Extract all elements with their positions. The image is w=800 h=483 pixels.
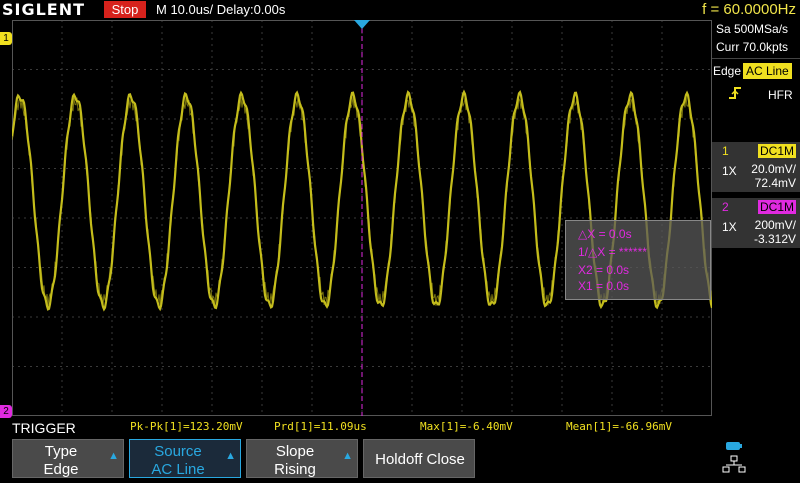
trigger-type: Edge xyxy=(713,64,742,78)
timebase-label: M 10.0us/ xyxy=(156,2,214,17)
meas-period: Prd[1]=11.09us xyxy=(274,420,367,433)
ch2-info[interactable]: 2 DC1M 1X 200mV/ -3.312V xyxy=(712,198,800,248)
softkey-source[interactable]: Source AC Line ▲ xyxy=(129,439,241,478)
sample-rate: Sa 500MSa/s xyxy=(716,22,789,36)
cursor-readout: △X = 0.0s 1/△X = ****** X2 = 0.0s X1 = 0… xyxy=(565,220,711,300)
memory-depth: Curr 70.0kpts xyxy=(716,40,789,54)
timebase-delay: M 10.0us/ Delay:0.00s xyxy=(156,0,285,20)
softkey-holdoff[interactable]: Holdoff Close xyxy=(363,439,475,478)
softkey-type-value: Edge xyxy=(43,461,79,478)
run-stop-badge[interactable]: Stop xyxy=(104,1,146,18)
ch2-scale: 200mV/ xyxy=(754,218,796,232)
waveform-display[interactable] xyxy=(10,20,714,416)
ch1-coupling: DC1M xyxy=(757,144,796,158)
trigger-frequency: f = 60.0000Hz xyxy=(702,1,796,18)
up-arrow-icon: ▲ xyxy=(225,450,236,462)
side-separator xyxy=(712,58,800,59)
status-icons xyxy=(720,440,750,478)
measurement-bar: Pk-Pk[1]=123.20mV Prd[1]=11.09us Max[1]=… xyxy=(0,418,712,436)
ch2-probe: 1X xyxy=(722,220,737,234)
trigger-source-badge: AC Line xyxy=(743,63,792,79)
softkey-type[interactable]: Type Edge ▲ xyxy=(12,439,124,478)
up-arrow-icon: ▲ xyxy=(108,450,119,462)
ch2-offset: -3.312V xyxy=(753,232,796,246)
cursor-x2: X2 = 0.0s xyxy=(578,263,630,277)
brand-logo: SIGLENT xyxy=(2,0,86,19)
ch2-coupling: DC1M xyxy=(757,200,796,214)
meas-max: Max[1]=-6.40mV xyxy=(420,420,513,433)
softkey-type-title: Type xyxy=(44,443,78,460)
softkey-slope-title: Slope xyxy=(275,443,315,460)
waveform-svg xyxy=(10,20,714,416)
rising-edge-icon xyxy=(728,86,742,103)
cursor-x1: X1 = 0.0s xyxy=(578,279,630,293)
ch1-number: 1 xyxy=(722,144,729,158)
softkey-source-title: Source xyxy=(154,443,202,460)
network-icon xyxy=(722,455,746,473)
ch1-scale: 20.0mV/ xyxy=(751,162,796,176)
softkey-holdoff-label: Holdoff Close xyxy=(375,451,465,468)
trigger-coupling: HFR xyxy=(768,88,793,102)
top-status-bar: SIGLENT Stop M 10.0us/ Delay:0.00s f = 6… xyxy=(0,0,800,20)
ch1-offset: 72.4mV xyxy=(754,176,796,190)
softkey-bar: Type Edge ▲ Source AC Line ▲ Slope Risin… xyxy=(0,437,800,480)
ch1-probe: 1X xyxy=(722,164,737,178)
ch2-offset-marker[interactable]: 2 xyxy=(0,405,12,418)
softkey-source-value: AC Line xyxy=(151,461,205,478)
meas-mean: Mean[1]=-66.96mV xyxy=(566,420,672,433)
ch1-info[interactable]: 1 DC1M 1X 20.0mV/ 72.4mV xyxy=(712,142,800,192)
softkey-slope-value: Rising xyxy=(274,461,316,478)
ch1-offset-marker[interactable]: 1 xyxy=(0,32,12,45)
cursor-inv-dx: 1/△X = ****** xyxy=(578,245,647,259)
delay-label: Delay:0.00s xyxy=(216,2,286,17)
up-arrow-icon: ▲ xyxy=(342,450,353,462)
softkey-slope[interactable]: Slope Rising ▲ xyxy=(246,439,358,478)
ch2-number: 2 xyxy=(722,200,729,214)
usb-icon xyxy=(726,442,742,450)
cursor-dx: △X = 0.0s xyxy=(578,227,632,241)
meas-pkpk: Pk-Pk[1]=123.20mV xyxy=(130,420,243,433)
